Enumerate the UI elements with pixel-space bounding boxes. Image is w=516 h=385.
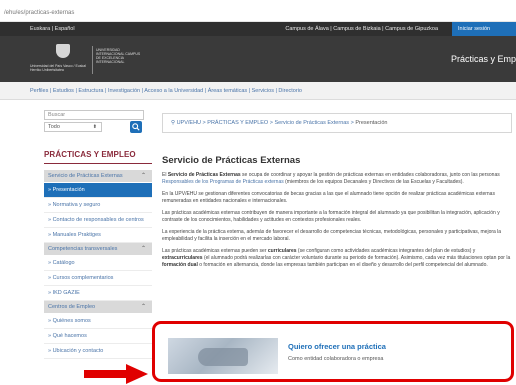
campus-links[interactable]: Campus de Álava | Campus de Bizkaia | Ca… — [285, 26, 438, 32]
site-header: Universidad del País Vasco / Euskal Herr… — [0, 36, 516, 82]
sidebar-section-label: Servicio de Prácticas Externas — [48, 173, 123, 179]
sidebar-item-que-hacemos[interactable]: » Qué hacemos — [44, 329, 152, 344]
sidebar-item-catalogo[interactable]: » Catálogo — [44, 256, 152, 271]
sidebar-item-quienes-somos[interactable]: » Quiénes somos — [44, 314, 152, 329]
site-title: Prácticas y Emp — [450, 54, 516, 64]
chevron-up-icon: ⌃ — [140, 246, 146, 252]
search-scope-select[interactable]: Todo ⬍ — [44, 122, 102, 132]
sidebar-title-divider — [44, 163, 152, 164]
red-arrow-icon — [84, 364, 148, 384]
sidebar-item-ikd-gazie[interactable]: » IKD GAZIE — [44, 286, 152, 301]
logo-text-primary: Universidad del País Vasco / Euskal Herr… — [30, 64, 86, 72]
search-scope-value: Todo — [48, 124, 60, 130]
responsables-link[interactable]: Responsables de los Programas de Práctic… — [162, 179, 284, 185]
breadcrumb-path[interactable]: UPV/EHU > PRÁCTICAS Y EMPLEO > Servicio … — [177, 120, 356, 126]
sidebar-section-label: Centros de Empleo — [48, 304, 96, 310]
select-caret-icon: ⬍ — [92, 124, 97, 130]
language-switcher[interactable]: Euskara | Español — [30, 26, 75, 32]
intro-paragraph: El Servicio de Prácticas Externas se ocu… — [162, 172, 500, 185]
sidebar-item-normativa[interactable]: » Normativa y seguro — [44, 198, 152, 213]
formacion-paragraph: Las prácticas académicas externas contri… — [162, 210, 500, 223]
sidebar-item-ubicacion[interactable]: » Ubicación y contacto — [44, 344, 152, 359]
chevron-up-icon: ⌃ — [140, 304, 146, 310]
university-logo[interactable]: Universidad del País Vasco / Euskal Herr… — [30, 44, 150, 76]
sidebar-item-cursos[interactable]: » Cursos complementarios — [44, 271, 152, 286]
chevron-up-icon: ⌃ — [140, 173, 146, 179]
search-input[interactable]: Buscar — [44, 110, 144, 120]
modalidades-paragraph: Las prácticas académicas externas pueden… — [162, 248, 511, 268]
top-bar: Euskara | Español Campus de Álava | Camp… — [0, 22, 516, 36]
sidebar-section-label: Competencias transversales — [48, 246, 118, 252]
sidebar-item-contacto-responsables[interactable]: » Contacto de responsables de centros — [44, 213, 152, 228]
logo-text-secondary: UNIVERSIDAD INTERNACIONAL CAMPUS DE EXCE… — [96, 48, 141, 64]
sidebar: PRÁCTICAS Y EMPLEO Servicio de Prácticas… — [44, 150, 152, 359]
logo-divider — [92, 46, 93, 74]
search-button[interactable] — [130, 121, 142, 133]
location-pin-icon: ⚲ — [171, 120, 176, 126]
sidebar-section-practicas[interactable]: Servicio de Prácticas Externas ⌃ — [44, 170, 152, 182]
sidebar-title: PRÁCTICAS Y EMPLEO — [44, 150, 136, 159]
search-icon — [132, 123, 140, 131]
becas-paragraph: En la UPV/EHU se gestionan diferentes co… — [162, 191, 495, 204]
main-navigation[interactable]: Perfiles | Estudios | Estructura | Inves… — [0, 82, 516, 100]
main-content: Servicio de Prácticas Externas El Servic… — [162, 150, 512, 274]
url-text: /ehu/es/practicas-externas — [4, 10, 75, 16]
sidebar-item-manuales[interactable]: » Manuales Praktiges — [44, 228, 152, 243]
sidebar-section-competencias[interactable]: Competencias transversales ⌃ — [44, 243, 152, 255]
sidebar-item-presentacion[interactable]: » Presentación — [44, 183, 152, 198]
breadcrumb: ⚲ UPV/EHU > PRÁCTICAS Y EMPLEO > Servici… — [162, 113, 512, 133]
address-bar[interactable]: /ehu/es/practicas-externas — [0, 0, 516, 22]
login-button[interactable]: Iniciar sesión — [452, 22, 516, 36]
highlight-box — [152, 321, 514, 382]
breadcrumb-current: Presentación — [355, 120, 388, 126]
experiencia-paragraph: La experiencia de la práctica externa, a… — [162, 229, 502, 242]
page-title: Servicio de Prácticas Externas — [162, 155, 301, 166]
sidebar-section-centros-empleo[interactable]: Centros de Empleo ⌃ — [44, 301, 152, 313]
logo-mark-icon — [56, 44, 70, 58]
